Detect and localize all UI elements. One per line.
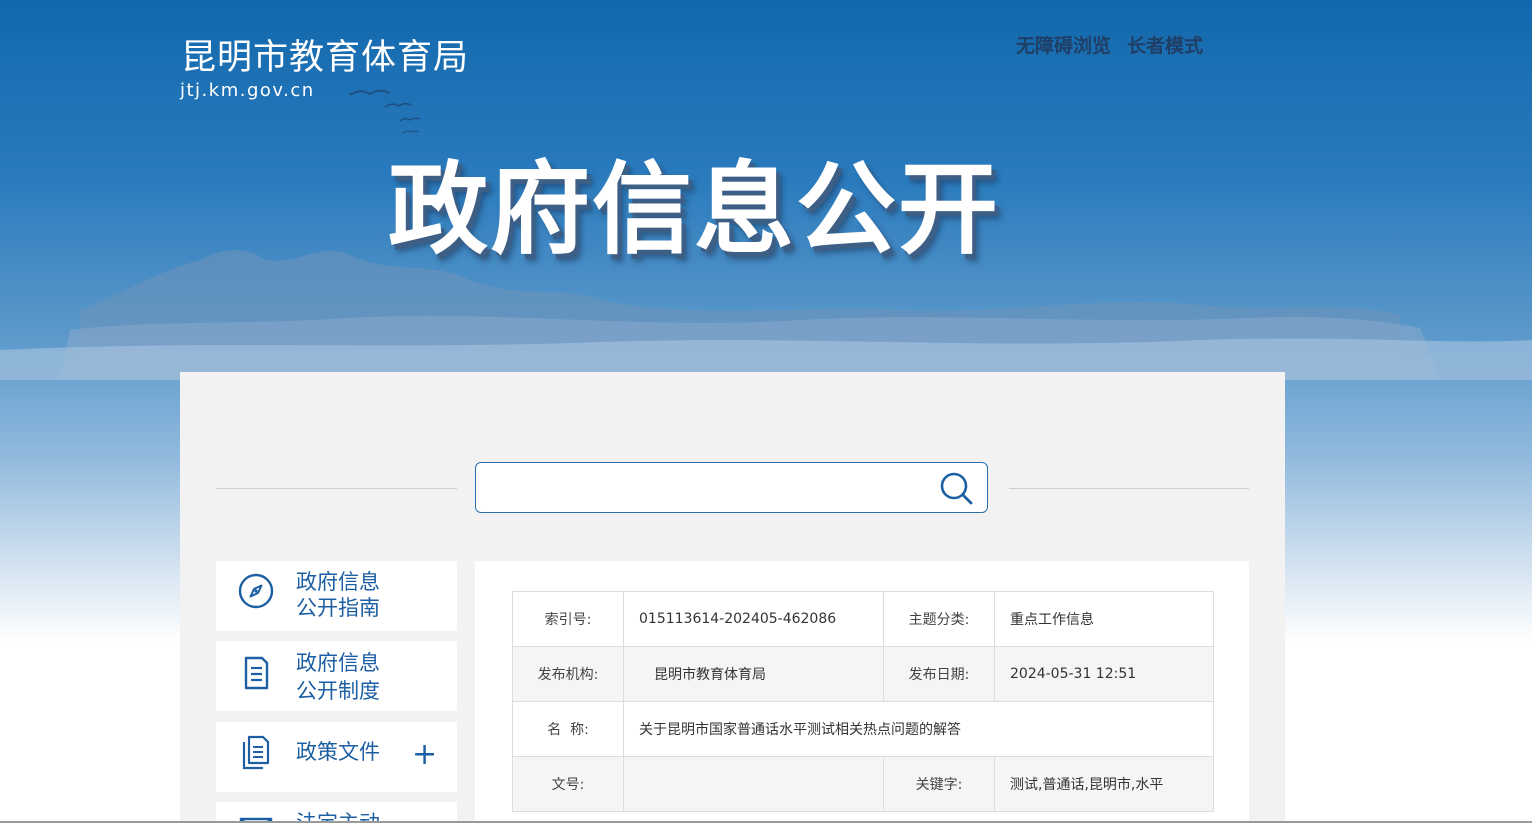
birds-decoration xyxy=(349,89,421,134)
sidebar-item-policy-documents[interactable]: 政策文件 + xyxy=(216,722,457,792)
date-label: 发布日期: xyxy=(883,646,995,702)
document-icon xyxy=(244,656,269,690)
table-row: 名 称: 关于昆明市国家普通话水平测试相关热点问题的解答 xyxy=(512,701,1214,757)
sidebar-item-label: 政府信息 xyxy=(296,651,380,675)
sidebar-item-label: 公开指南 xyxy=(296,596,380,620)
search-icon[interactable] xyxy=(939,471,973,505)
site-name[interactable]: 昆明市教育体育局 xyxy=(181,36,469,80)
name-value: 关于昆明市国家普通话水平测试相关热点问题的解答 xyxy=(623,701,1214,757)
sidebar-item-label: 公开制度 xyxy=(296,679,380,703)
keywords-label: 关键字: xyxy=(883,756,995,812)
compass-icon xyxy=(238,573,274,609)
docno-value xyxy=(623,756,884,812)
index-value: 015113614-202405-462086 xyxy=(623,591,884,647)
table-row: 发布机构: 昆明市教育体育局 发布日期: 2024-05-31 12:51 xyxy=(512,646,1214,702)
topic-value: 重点工作信息 xyxy=(994,591,1214,647)
document-metadata-table: 索引号: 015113614-202405-462086 主题分类: 重点工作信… xyxy=(512,591,1214,812)
divider-left xyxy=(216,488,457,489)
elder-mode-link[interactable]: 长者模式 xyxy=(1127,31,1203,58)
search-bar xyxy=(475,462,988,513)
files-icon xyxy=(242,735,270,770)
sidebar-item-disclosure-system[interactable]: 政府信息 公开制度 xyxy=(216,641,457,711)
index-label: 索引号: xyxy=(512,591,624,647)
search-input[interactable] xyxy=(488,471,932,507)
sidebar-item-label: 政府信息 xyxy=(296,570,380,594)
divider-right xyxy=(1009,488,1249,489)
sidebar-item-disclosure-guide[interactable]: 政府信息 公开指南 xyxy=(216,561,457,631)
docno-label: 文号: xyxy=(512,756,624,812)
site-domain: jtj.km.gov.cn xyxy=(180,80,315,101)
keywords-value: 测试,普通话,昆明市,水平 xyxy=(994,756,1214,812)
expand-icon[interactable]: + xyxy=(412,740,437,770)
accessibility-link[interactable]: 无障碍浏览 xyxy=(1016,31,1111,58)
sidebar-item-label: 政策文件 xyxy=(296,740,380,764)
org-label: 发布机构: xyxy=(512,646,624,702)
sidebar-item-statutory-disclosure[interactable]: 法定主动 xyxy=(216,802,457,823)
org-value: 昆明市教育体育局 xyxy=(623,646,884,702)
date-value: 2024-05-31 12:51 xyxy=(994,646,1214,702)
table-row: 文号: 关键字: 测试,普通话,昆明市,水平 xyxy=(512,756,1214,812)
table-row: 索引号: 015113614-202405-462086 主题分类: 重点工作信… xyxy=(512,591,1214,647)
banner-title: 政府信息公开 xyxy=(388,151,1000,268)
topic-label: 主题分类: xyxy=(883,591,995,647)
name-label: 名 称: xyxy=(512,701,624,757)
top-links: 无障碍浏览 长者模式 xyxy=(1016,31,1203,58)
